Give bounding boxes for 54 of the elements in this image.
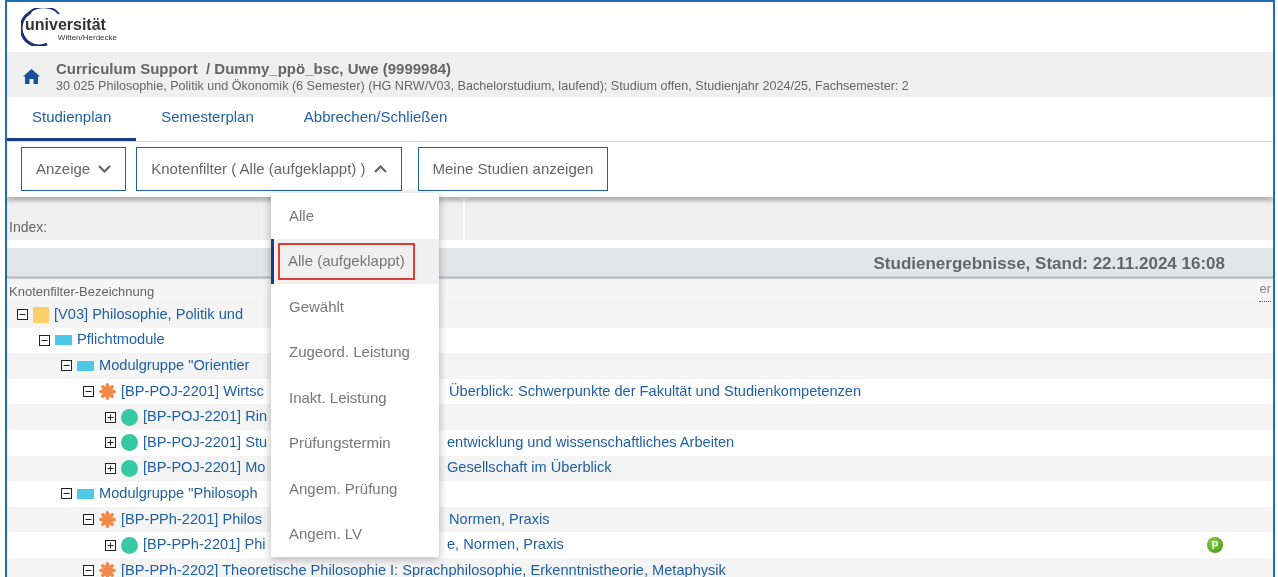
home-icon[interactable] xyxy=(23,69,40,84)
expand-icon[interactable] xyxy=(105,411,116,423)
menu-item[interactable]: Prüfungstermin xyxy=(271,420,439,466)
results-title: Studienergebnisse, Stand: 22.11.2024 16:08 xyxy=(873,254,1225,273)
gear-icon xyxy=(99,562,116,577)
tree-node-link[interactable]: [BP-POJ-2201] Mo xyxy=(143,457,266,480)
dropdown-button[interactable]: Anzeige xyxy=(21,147,127,191)
menu-item[interactable]: Inakt. Leistung xyxy=(271,375,439,421)
gear-icon xyxy=(99,383,116,401)
collapse-icon[interactable] xyxy=(83,565,94,577)
tree-node-link[interactable]: [BP-POJ-2201] Wirtsc xyxy=(121,380,264,403)
collapse-icon[interactable] xyxy=(17,309,28,321)
tree-node-link[interactable]: Modulgruppe "Philosoph xyxy=(99,483,258,505)
collapse-icon[interactable] xyxy=(61,360,72,372)
collapse-icon[interactable] xyxy=(39,334,50,346)
circle-icon xyxy=(121,408,138,426)
collapse-icon[interactable] xyxy=(61,488,72,500)
menu-item[interactable]: Angem. LV xyxy=(271,511,439,557)
show-studies-button[interactable]: Meine Studien anzeigen xyxy=(417,147,609,191)
tab[interactable]: Semesterplan xyxy=(136,97,279,141)
tree-node-link[interactable]: Normen, Praxis xyxy=(449,508,550,531)
gear-icon xyxy=(99,511,116,529)
tree-node-link[interactable]: [BP-POJ-2201] Stu xyxy=(143,431,268,454)
menu-item[interactable]: Gewählt xyxy=(271,284,439,330)
circle-icon xyxy=(121,459,138,477)
collapse-icon[interactable] xyxy=(83,386,94,398)
index-label: Index: xyxy=(9,219,48,235)
menu-item[interactable]: Alle (aufgeklappt) xyxy=(271,238,439,284)
tab[interactable]: Abbrechen/Schließen xyxy=(278,97,473,141)
menu-item[interactable]: Angem. Prüfung xyxy=(271,466,439,512)
tree-node-link[interactable]: [BP-POJ-2201] Rin xyxy=(143,406,268,429)
expand-icon[interactable] xyxy=(105,462,116,474)
logo: universität Witten/Herdecke xyxy=(21,8,117,46)
tree-node-link[interactable]: e, Normen, Praxis xyxy=(447,534,564,557)
status-badge: P xyxy=(1207,537,1223,554)
circle-icon xyxy=(121,536,138,554)
column-header: Knotenfilter-Bezeichnung xyxy=(9,283,155,301)
menu-item[interactable]: Alle xyxy=(271,193,439,239)
page-title: Curriculum Support / Dummy_ppö_bsc, Uwe (9999984) xyxy=(56,59,453,78)
expand-icon[interactable] xyxy=(105,539,116,551)
tree-node-link[interactable]: Modulgruppe "Orientier xyxy=(99,355,250,377)
expand-icon[interactable] xyxy=(105,437,116,449)
circle-icon xyxy=(121,434,138,452)
tree-node-link[interactable]: [BP-PPh-2201] Philos xyxy=(121,508,263,531)
dropdown-button[interactable]: Knotenfilter ( Alle (aufgeklappt) ) xyxy=(136,147,402,191)
tree-node-link[interactable]: Überblick: Schwerpunkte der Fakultät und Studienkompetenzen xyxy=(449,380,862,403)
tree-node-link[interactable]: Gesellschaft im Überblick xyxy=(447,457,612,480)
tree-node-link[interactable]: [BP-PPh-2201] Phi xyxy=(143,534,266,557)
collapse-icon[interactable] xyxy=(83,514,94,526)
tree-node-link[interactable]: Pflichtmodule xyxy=(77,329,165,352)
menu-item[interactable]: Zugeord. Leistung xyxy=(271,329,439,375)
tree-node-link[interactable]: entwicklung und wissenschaftliches Arbeiten xyxy=(447,431,735,454)
tree-node-link[interactable]: [V03] Philosophie, Politik und xyxy=(54,303,244,326)
study-program-info: 30 025 Philosophie, Politik und Ökonomik (6 Semester) (HG NRW/V03, Bachelorstudium, laufend); Studium offen, Studienjahr 2024/25, Fachsemester: 2 xyxy=(56,77,909,94)
